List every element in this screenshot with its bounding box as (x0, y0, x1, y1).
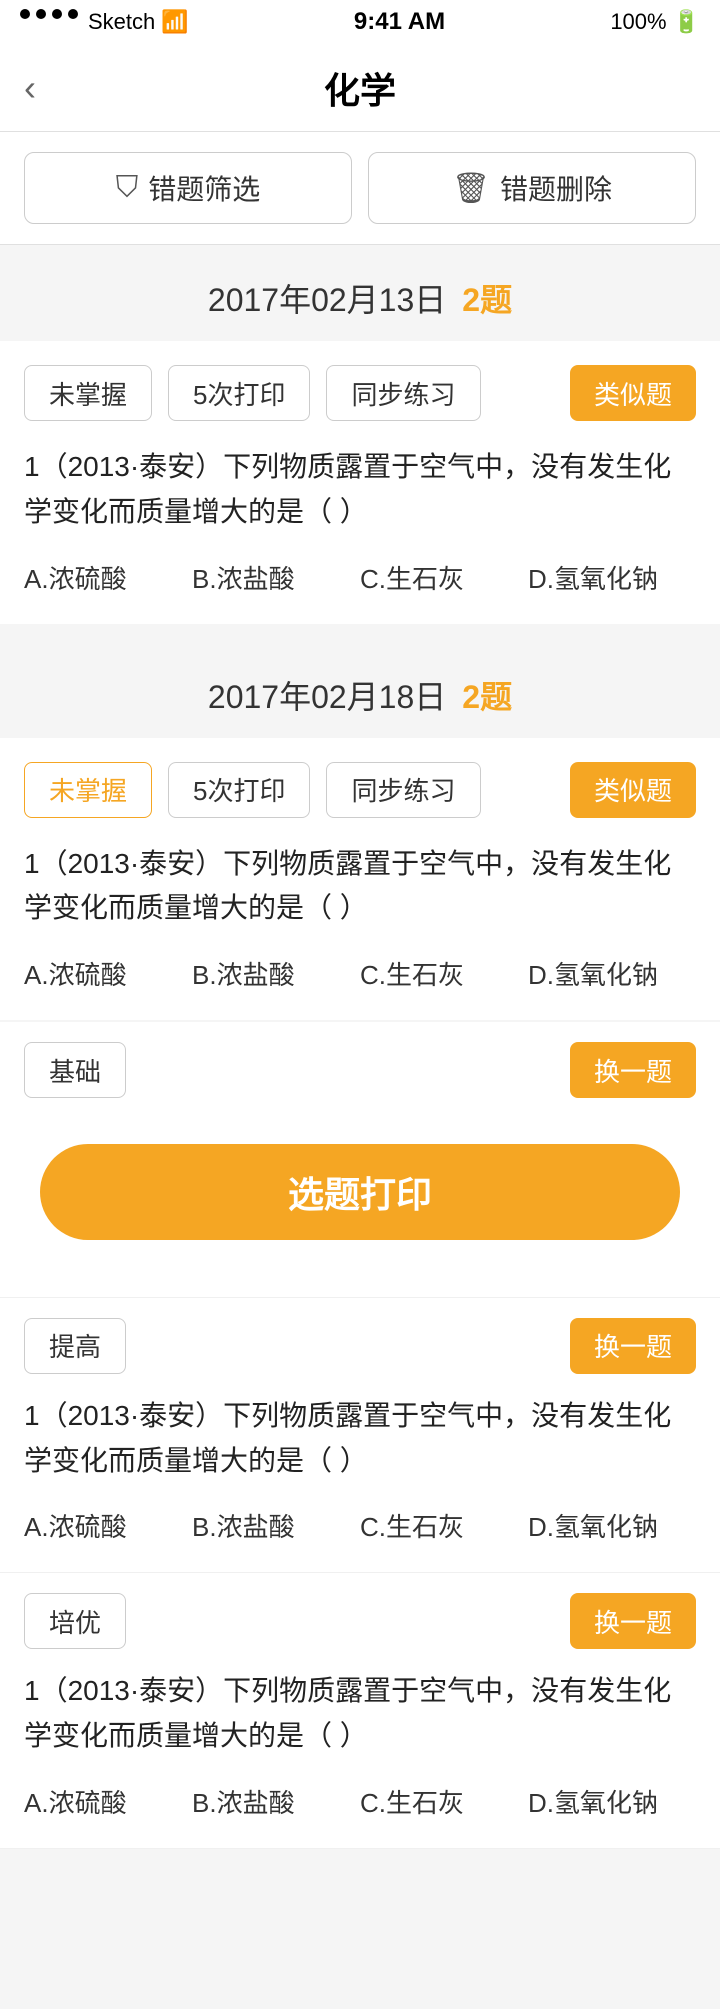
nav-bar: ‹ 化学 (0, 44, 720, 132)
status-bar: Sketch 📶 9:41 AM 100% 🔋 (0, 0, 720, 44)
filter-icon: ⛉ (116, 171, 139, 205)
time-display: 9:41 AM (354, 8, 445, 36)
toolbar: ⛉ 错题筛选 🗑 错题删除 (0, 132, 720, 245)
question-card-2: 未掌握 5次打印 同步练习 类似题 1（2013·泰安）下列物质露置于空气中，没… (0, 738, 720, 1021)
similar-btn-2[interactable]: 类似题 (570, 762, 696, 818)
opt-b-tigao: B.浓盐酸 (192, 1503, 360, 1548)
question-text-peiyou: 1（2013·泰安）下列物质露置于空气中，没有发生化学变化而质量增大的是（ ） (24, 1669, 696, 1759)
delete-label: 错题删除 (500, 168, 612, 208)
question-text-tigao: 1（2013·泰安）下列物质露置于空气中，没有发生化学变化而质量增大的是（ ） (24, 1394, 696, 1484)
filter-label: 错题筛选 (148, 168, 260, 208)
dot1 (20, 9, 30, 19)
back-button[interactable]: ‹ (24, 67, 36, 109)
sub-action-tigao: 提高 换一题 (24, 1318, 696, 1374)
opt-d-tigao: D.氢氧化钠 (528, 1503, 696, 1548)
sync-btn-2[interactable]: 同步练习 (326, 762, 480, 818)
tag-peiyou: 培优 (24, 1593, 126, 1649)
trash-icon: 🗑 (452, 171, 490, 206)
unmastered-btn-2[interactable]: 未掌握 (24, 762, 152, 818)
options-peiyou: A.浓硫酸 B.浓盐酸 C.生石灰 D.氢氧化钠 (24, 1779, 696, 1824)
options-row-2: A.浓硫酸 B.浓盐酸 C.生石灰 D.氢氧化钠 (24, 951, 696, 996)
sub-card-peiyou: 培优 换一题 1（2013·泰安）下列物质露置于空气中，没有发生化学变化而质量增… (0, 1573, 720, 1849)
swap-tigao[interactable]: 换一题 (570, 1318, 696, 1374)
opt-c-peiyou: C.生石灰 (360, 1779, 528, 1824)
sub-action-jichu: 基础 换一题 (24, 1042, 696, 1098)
opt-b-peiyou: B.浓盐酸 (192, 1779, 360, 1824)
date-section-1: 2017年02月13日 2题 (0, 245, 720, 341)
count-1: 2题 (462, 275, 512, 321)
option-a-2: A.浓硫酸 (24, 951, 192, 996)
swap-peiyou[interactable]: 换一题 (570, 1593, 696, 1649)
sub-card-tigao: 提高 换一题 1（2013·泰安）下列物质露置于空气中，没有发生化学变化而质量增… (0, 1298, 720, 1574)
tag-tigao: 提高 (24, 1318, 126, 1374)
battery-area: 100% 🔋 (610, 9, 700, 35)
option-b-1: B.浓盐酸 (192, 555, 360, 600)
tag-jichu: 基础 (24, 1042, 126, 1098)
options-tigao: A.浓硫酸 B.浓盐酸 C.生石灰 D.氢氧化钠 (24, 1503, 696, 1548)
filter-button[interactable]: ⛉ 错题筛选 (24, 152, 352, 224)
opt-a-tigao: A.浓硫酸 (24, 1503, 192, 1548)
option-c-1: C.生石灰 (360, 555, 528, 600)
option-b-2: B.浓盐酸 (192, 951, 360, 996)
question-text-2: 1（2013·泰安）下列物质露置于空气中，没有发生化学变化而质量增大的是（ ） (24, 842, 696, 932)
battery-icon: 🔋 (673, 9, 700, 35)
sync-btn-1[interactable]: 同步练习 (326, 365, 480, 421)
date-text-1: 2017年02月13日 (208, 275, 446, 321)
print-btn-1[interactable]: 5次打印 (168, 365, 310, 421)
delete-button[interactable]: 🗑 错题删除 (368, 152, 696, 224)
count-2: 2题 (462, 672, 512, 718)
bottom-bar: 选题打印 (0, 1124, 720, 1280)
dot3 (52, 9, 62, 19)
print-select-button[interactable]: 选题打印 (40, 1144, 680, 1240)
action-row-2: 未掌握 5次打印 同步练习 类似题 (24, 762, 696, 818)
option-d-2: D.氢氧化钠 (528, 951, 696, 996)
swap-jichu[interactable]: 换一题 (570, 1042, 696, 1098)
network-label: Sketch (88, 9, 155, 35)
action-row-1: 未掌握 5次打印 同步练习 类似题 (24, 365, 696, 421)
dot4 (68, 9, 78, 19)
option-c-2: C.生石灰 (360, 951, 528, 996)
wifi-icon: 📶 (161, 9, 188, 35)
opt-c-tigao: C.生石灰 (360, 1503, 528, 1548)
question-text-1: 1（2013·泰安）下列物质露置于空气中，没有发生化学变化而质量增大的是（ ） (24, 445, 696, 535)
section-divider-1 (0, 626, 720, 642)
battery-label: 100% (610, 9, 666, 35)
question-card-1: 未掌握 5次打印 同步练习 类似题 1（2013·泰安）下列物质露置于空气中，没… (0, 341, 720, 624)
option-a-1: A.浓硫酸 (24, 555, 192, 600)
similar-btn-1[interactable]: 类似题 (570, 365, 696, 421)
page-title: 化学 (324, 62, 396, 114)
signal-area: Sketch 📶 (20, 9, 189, 35)
sub-action-peiyou: 培优 换一题 (24, 1593, 696, 1649)
options-row-1: A.浓硫酸 B.浓盐酸 C.生石灰 D.氢氧化钠 (24, 555, 696, 600)
print-btn-2[interactable]: 5次打印 (168, 762, 310, 818)
unmastered-btn-1[interactable]: 未掌握 (24, 365, 152, 421)
date-section-2: 2017年02月18日 2题 (0, 642, 720, 738)
date-text-2: 2017年02月18日 (208, 672, 446, 718)
dot2 (36, 9, 46, 19)
opt-a-peiyou: A.浓硫酸 (24, 1779, 192, 1824)
opt-d-peiyou: D.氢氧化钠 (528, 1779, 696, 1824)
option-d-1: D.氢氧化钠 (528, 555, 696, 600)
